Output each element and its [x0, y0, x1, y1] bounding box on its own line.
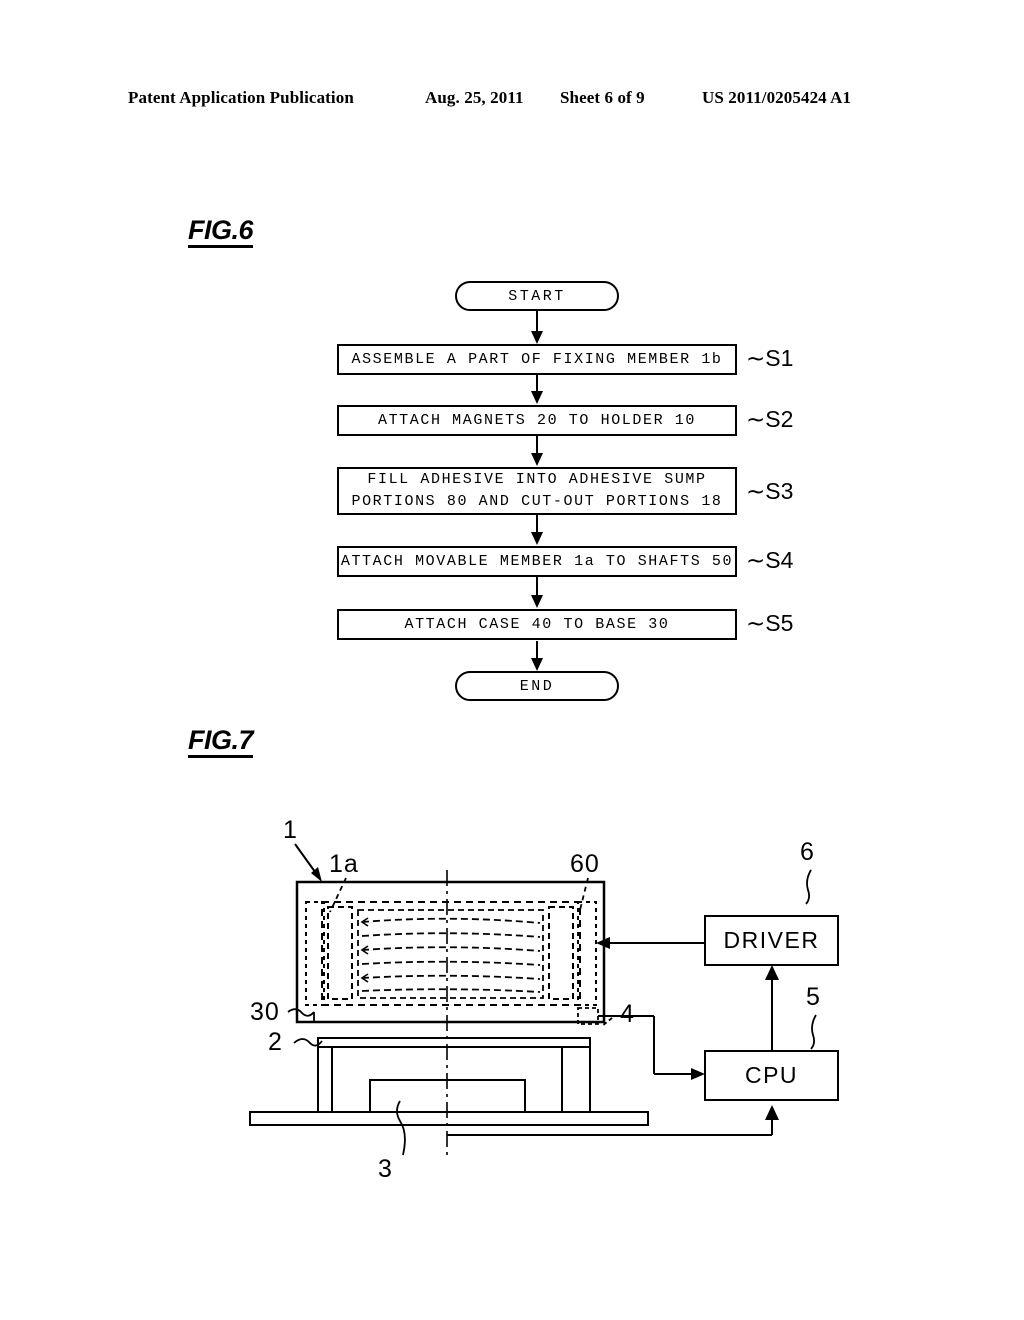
step-mark-s4: ∼S4 [746, 547, 794, 573]
right-holder-outline [577, 901, 597, 1006]
step-mark-s1: ∼S1 [746, 345, 794, 371]
ref-5-leader [810, 1014, 817, 1050]
figure-7-title: FIG.7 [188, 726, 254, 759]
ref-numeral-4: 4 [620, 1000, 635, 1028]
flowchart-start-node: START [455, 281, 619, 311]
ref-30-leader [287, 1008, 315, 1017]
flowchart-end-label: END [519, 677, 555, 695]
flowchart-step-s5: ATTACH CASE 40 TO BASE 30 [337, 609, 737, 640]
driver-block: DRIVER [704, 915, 839, 966]
device-case-outline [295, 880, 606, 1024]
flowchart-step-s3: FILL ADHESIVE INTO ADHESIVE SUMP PORTION… [337, 467, 737, 515]
right-magnet-outline [548, 906, 574, 1000]
flowchart-step-s3-label-line1: FILL ADHESIVE INTO ADHESIVE SUMP [367, 471, 707, 489]
ref-numeral-1: 1 [283, 816, 298, 844]
flowchart-step-s5-label: ATTACH CASE 40 TO BASE 30 [404, 615, 670, 633]
ref-numeral-3: 3 [378, 1155, 393, 1183]
figure-7-drawing [249, 843, 817, 1156]
flowchart-step-s2: ATTACH MAGNETS 20 TO HOLDER 10 [337, 405, 737, 436]
ref-numeral-30: 30 [250, 998, 280, 1026]
board-to-cpu-arrowhead [765, 1105, 779, 1120]
step-mark-s5: ∼S5 [746, 610, 794, 636]
bottom-board [249, 1111, 649, 1126]
flowchart-step-s1: ASSEMBLE A PART OF FIXING MEMBER 1b [337, 344, 737, 375]
support-plate-2 [317, 1037, 591, 1048]
ref-numeral-1a: 1a [329, 850, 359, 878]
ref-numeral-60: 60 [570, 850, 600, 878]
ref-numeral-2: 2 [268, 1028, 283, 1056]
driver-block-label: DRIVER [723, 927, 820, 953]
ref-numeral-6: 6 [800, 838, 815, 866]
left-holder-outline [305, 901, 325, 1006]
cpu-to-driver-arrowhead [765, 965, 779, 980]
flowchart-step-s2-label: ATTACH MAGNETS 20 TO HOLDER 10 [377, 411, 697, 429]
figure-6-flowchart: START ASSEMBLE A PART OF FIXING MEMBER 1… [0, 0, 1024, 720]
ref-numeral-5: 5 [806, 983, 821, 1011]
left-magnet-outline [327, 906, 353, 1000]
flowchart-step-s4-label: ATTACH MOVABLE MEMBER 1a TO SHAFTS 50 [340, 552, 734, 570]
flowchart-step-s1-label: ASSEMBLE A PART OF FIXING MEMBER 1b [351, 350, 723, 368]
figure-7-schematic: DRIVER 6 CPU 5 1 1a 60 30 4 2 3 [0, 760, 1024, 1200]
ref-3-leader [396, 1100, 406, 1156]
support-right-leg [561, 1046, 591, 1113]
flowchart-step-s4: ATTACH MOVABLE MEMBER 1a TO SHAFTS 50 [337, 546, 737, 577]
support-left-leg [317, 1046, 333, 1113]
cpu-block: CPU [704, 1050, 839, 1101]
lens-element-curves [361, 917, 541, 993]
flowchart-step-s3-label-line2: PORTIONS 80 AND CUT-OUT PORTIONS 18 [351, 493, 723, 510]
ref-6-leader [805, 869, 812, 905]
lens-barrel-outline [357, 909, 544, 999]
sensor-to-cpu-arrowhead [691, 1068, 705, 1080]
step-mark-s3: ∼S3 [746, 478, 794, 504]
sensor-to-cpu-wire [598, 1015, 697, 1075]
cpu-block-label: CPU [744, 1062, 799, 1088]
step-mark-s2: ∼S2 [746, 406, 794, 432]
flowchart-end-node: END [455, 671, 619, 701]
flowchart-start-label: START [508, 287, 566, 305]
